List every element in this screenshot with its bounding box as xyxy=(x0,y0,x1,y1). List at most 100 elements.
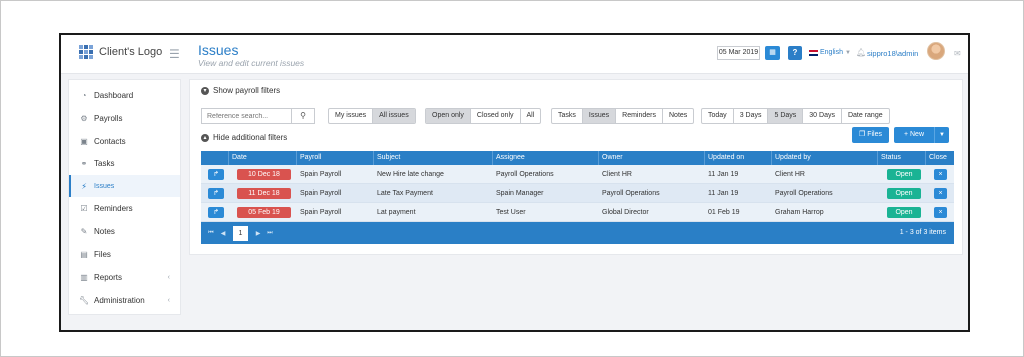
range-date-range[interactable]: Date range xyxy=(842,109,889,123)
assignee-cell: Spain Manager xyxy=(496,189,544,197)
range-30-days[interactable]: 30 Days xyxy=(803,109,842,123)
language-label: English xyxy=(820,49,843,56)
help-icon[interactable]: ? xyxy=(788,46,802,60)
bolt-icon: ⚡︎ xyxy=(81,181,87,191)
updated-on-cell: 11 Jan 19 xyxy=(708,189,739,197)
prev-page-icon[interactable]: ◀ xyxy=(217,230,229,237)
owner-cell: Client HR xyxy=(602,170,632,178)
top-bar: Client's Logo ☰ Issues View and edit cur… xyxy=(61,35,968,74)
filter-my-issues[interactable]: My issues xyxy=(329,109,374,123)
sidebar-item-label: Contacts xyxy=(94,136,126,146)
new-button-label[interactable]: + New xyxy=(894,127,935,143)
sidebar-item-files[interactable]: ▤ Files xyxy=(69,243,180,265)
user-name[interactable]: sippro18\admin xyxy=(867,49,918,58)
show-payroll-filters-toggle[interactable]: ▾ Show payroll filters xyxy=(201,86,280,95)
current-page-button[interactable]: 1 xyxy=(233,225,248,241)
status-badge: Open xyxy=(887,187,921,199)
filter-issues[interactable]: Issues xyxy=(582,109,617,123)
chat-icon[interactable]: ✉ xyxy=(954,49,961,58)
date-badge: 05 Feb 19 xyxy=(237,206,291,218)
reports-icon: ▥ xyxy=(80,272,88,282)
sidebar-item-notes[interactable]: ✎ Notes xyxy=(69,220,180,242)
table-row[interactable]: ↱ 10 Dec 18 Spain Payroll New Hire late … xyxy=(201,165,954,184)
assignee-cell: Payroll Operations xyxy=(496,170,554,178)
notification-bell-icon[interactable]: 🔔︎ xyxy=(856,48,866,57)
search-icon[interactable]: ⚲ xyxy=(292,108,315,124)
filter-reminders[interactable]: Reminders xyxy=(616,109,663,123)
updated-on-cell: 11 Jan 19 xyxy=(708,170,739,178)
range-5-days[interactable]: 5 Days xyxy=(768,109,804,123)
column-header-owner[interactable]: Owner xyxy=(599,151,705,165)
sidebar-item-reports[interactable]: ▥ Reports ‹ xyxy=(69,266,180,288)
updated-by-cell: Graham Harrop xyxy=(775,208,824,216)
date-cell: 10 Dec 18 xyxy=(229,165,297,184)
close-issue-button[interactable]: × xyxy=(934,187,947,199)
files-button[interactable]: ❐ Files xyxy=(852,127,889,143)
open-issue-icon[interactable]: ↱ xyxy=(208,187,224,199)
close-issue-button[interactable]: × xyxy=(934,206,947,218)
column-header-assignee[interactable]: Assignee xyxy=(493,151,599,165)
sidebar-item-contacts[interactable]: ▣ Contacts xyxy=(69,130,180,152)
owner-cell: Global Director xyxy=(602,208,649,216)
column-header-subject[interactable]: Subject xyxy=(374,151,493,165)
filter-notes[interactable]: Notes xyxy=(663,109,693,123)
range-today[interactable]: Today xyxy=(702,109,734,123)
sidebar-item-issues[interactable]: ⚡︎ Issues xyxy=(69,175,180,197)
sidebar-item-reminders[interactable]: ☑ Reminders xyxy=(69,197,180,219)
filter-all-issues[interactable]: All issues xyxy=(373,109,415,123)
current-date-field[interactable]: 05 Mar 2019 xyxy=(717,46,760,60)
reference-search-input[interactable] xyxy=(201,108,292,124)
open-issue-icon[interactable]: ↱ xyxy=(208,206,224,218)
close-cell: × xyxy=(926,203,954,222)
avatar[interactable] xyxy=(927,42,945,60)
column-header-updated-on[interactable]: Updated on xyxy=(705,151,772,165)
grid-header: Date Payroll Subject Assignee Owner Upda… xyxy=(201,151,954,165)
issues-panel: ▾ Show payroll filters ⚲ My issues All i… xyxy=(189,79,963,255)
subject-cell: Lat payment xyxy=(377,208,416,216)
table-row[interactable]: ↱ 05 Feb 19 Spain Payroll Lat payment Te… xyxy=(201,203,954,222)
filter-tasks[interactable]: Tasks xyxy=(552,109,583,123)
column-header-updated-by[interactable]: Updated by xyxy=(772,151,878,165)
action-cell: ↱ xyxy=(201,165,229,184)
menu-toggle-icon[interactable]: ☰ xyxy=(169,47,180,61)
filter-all[interactable]: All xyxy=(521,109,541,123)
chevron-down-circle-icon: ▾ xyxy=(201,86,209,95)
state-filter: Open only Closed only All xyxy=(425,108,542,124)
sidebar-item-dashboard[interactable]: ◔ Dashboard xyxy=(69,84,180,106)
status-cell: Open xyxy=(878,184,926,203)
hide-additional-filters-toggle[interactable]: ▴ Hide additional filters xyxy=(201,133,287,142)
show-payroll-filters-label: Show payroll filters xyxy=(213,86,281,95)
table-row[interactable]: ↱ 11 Dec 18 Spain Payroll Late Tax Payme… xyxy=(201,184,954,203)
sidebar-item-tasks[interactable]: ⚭ Tasks xyxy=(69,152,180,174)
last-page-icon[interactable]: ⏭ xyxy=(264,230,276,237)
sidebar-item-label: Dashboard xyxy=(94,90,134,100)
client-logo[interactable]: Client's Logo xyxy=(79,45,162,59)
sidebar-item-payrolls[interactable]: ⚙ Payrolls xyxy=(69,107,180,129)
updated-on-cell: 01 Feb 19 xyxy=(708,208,740,216)
sidebar-item-label: Reminders xyxy=(94,203,133,213)
close-cell: × xyxy=(926,184,954,203)
column-header-status[interactable]: Status xyxy=(878,151,926,165)
close-issue-button[interactable]: × xyxy=(934,168,947,180)
tasks-icon: ⚭ xyxy=(80,158,88,168)
first-page-icon[interactable]: ⏮ xyxy=(205,230,217,237)
range-3-days[interactable]: 3 Days xyxy=(734,109,769,123)
language-selector[interactable]: English ▼ xyxy=(809,49,851,56)
next-page-icon[interactable]: ▶ xyxy=(252,230,264,237)
sidebar-item-administration[interactable]: 🔧︎ Administration ‹ xyxy=(69,289,180,311)
column-header-date[interactable]: Date xyxy=(229,151,297,165)
filter-open-only[interactable]: Open only xyxy=(426,109,471,123)
scope-filter: My issues All issues xyxy=(328,108,416,124)
calendar-icon[interactable]: ▦ xyxy=(765,46,780,60)
chevron-left-icon: ‹ xyxy=(167,296,170,304)
column-header-action xyxy=(201,151,229,165)
sidebar-item-label: Reports xyxy=(94,272,123,282)
filter-closed-only[interactable]: Closed only xyxy=(471,109,521,123)
column-header-payroll[interactable]: Payroll xyxy=(297,151,374,165)
open-issue-icon[interactable]: ↱ xyxy=(208,168,224,180)
chevron-down-icon[interactable]: ▼ xyxy=(935,132,949,138)
chevron-left-icon: ‹ xyxy=(167,273,170,281)
logo-text: Client's Logo xyxy=(99,46,163,58)
new-button[interactable]: + New ▼ xyxy=(894,127,949,143)
status-badge: Open xyxy=(887,168,921,180)
